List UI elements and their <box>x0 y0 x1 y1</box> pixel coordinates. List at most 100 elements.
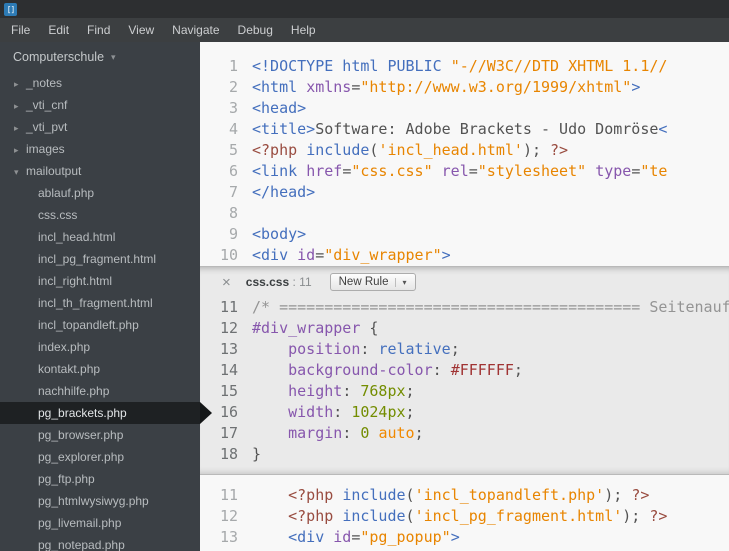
code-text: <?php include('incl_topandleft.php'); ?> <box>288 486 650 504</box>
code-text: height: 768px; <box>288 382 415 400</box>
line-number: 12 <box>219 507 238 525</box>
code-text: /* =====================================… <box>252 298 729 316</box>
code-line[interactable]: 2 <html xmlns="http://www.w3.org/1999/xht… <box>200 77 729 98</box>
code-line[interactable]: 4 <title>Software: Adobe Brackets - Udo D… <box>200 119 729 140</box>
code-text: <div id="pg_popup"> <box>288 528 460 546</box>
tree-item-label: pg_ftp.php <box>38 472 95 486</box>
menu-navigate[interactable]: Navigate <box>163 18 228 42</box>
tree-item-label: incl_th_fragment.html <box>38 296 153 310</box>
tree-item-label: pg_htmlwysiwyg.php <box>38 494 149 508</box>
tree-item-label: incl_pg_fragment.html <box>38 252 157 266</box>
line-number: 4 <box>228 120 238 138</box>
editor[interactable]: 1 <!DOCTYPE html PUBLIC "-//W3C//DTD XHTM… <box>200 42 729 551</box>
chevron-right-icon[interactable]: ▸ <box>14 139 26 161</box>
code-line[interactable]: 5 <?php include('incl_head.html'); ?> <box>200 140 729 161</box>
file-kontakt.php[interactable]: kontakt.php <box>0 358 200 380</box>
inline-editor-header: × css.css : 11 New Rule ▾ <box>200 267 729 297</box>
code-line[interactable]: 11 <?php include('incl_topandleft.php');… <box>200 485 729 506</box>
file-nachhilfe.php[interactable]: nachhilfe.php <box>0 380 200 402</box>
code-line[interactable]: 18} <box>200 444 729 465</box>
main-body: Computerschule ▾ ▸ _notes ▸ _vti_cnf ▸ _vti_p… <box>0 42 729 551</box>
file-pg_livemail.php[interactable]: pg_livemail.php <box>0 512 200 534</box>
chevron-down-icon[interactable]: ▾ <box>395 277 407 287</box>
menu-help[interactable]: Help <box>282 18 325 42</box>
folder-_vti_cnf[interactable]: ▸ _vti_cnf <box>0 94 200 116</box>
chevron-down-icon[interactable]: ▾ <box>14 161 26 183</box>
editor-bottom[interactable]: 11 <?php include('incl_topandleft.php');… <box>200 475 729 548</box>
file-incl_topandleft.php[interactable]: incl_topandleft.php <box>0 314 200 336</box>
code-line[interactable]: 8 <box>200 203 729 224</box>
new-rule-label: New Rule <box>338 276 389 288</box>
code-line[interactable]: 17 margin: 0 auto; <box>200 423 729 444</box>
file-pg_brackets.php[interactable]: pg_brackets.php <box>0 402 200 424</box>
line-number: 14 <box>219 361 238 379</box>
brackets-logo-icon: [] <box>4 2 17 16</box>
file-pg_browser.php[interactable]: pg_browser.php <box>0 424 200 446</box>
folder-_notes[interactable]: ▸ _notes <box>0 72 200 94</box>
close-icon[interactable]: × <box>222 274 231 291</box>
code-text: } <box>252 445 262 463</box>
line-number: 9 <box>228 225 238 243</box>
menu-find[interactable]: Find <box>78 18 119 42</box>
chevron-right-icon[interactable]: ▸ <box>14 117 26 139</box>
code-text: #div_wrapper { <box>252 319 379 337</box>
file-incl_th_fragment.html[interactable]: incl_th_fragment.html <box>0 292 200 314</box>
code-line[interactable]: 1 <!DOCTYPE html PUBLIC "-//W3C//DTD XHTM… <box>200 56 729 77</box>
menu-view[interactable]: View <box>119 18 163 42</box>
inline-editor-code[interactable]: 11 /* ===================================… <box>200 297 729 465</box>
code-line[interactable]: 12 #div_wrapper { <box>200 318 729 339</box>
folder-_vti_pvt[interactable]: ▸ _vti_pvt <box>0 116 200 138</box>
menu-debug[interactable]: Debug <box>229 18 282 42</box>
file-incl_right.html[interactable]: incl_right.html <box>0 270 200 292</box>
file-pg_htmlwysiwyg.php[interactable]: pg_htmlwysiwyg.php <box>0 490 200 512</box>
code-line[interactable]: 10 <div id="div_wrapper"> <box>200 245 729 266</box>
code-line[interactable]: 7 </head> <box>200 182 729 203</box>
inline-editor-filename[interactable]: css.css <box>246 275 289 289</box>
code-line[interactable]: 12 <?php include('incl_pg_fragment.html'… <box>200 506 729 527</box>
new-rule-button[interactable]: New Rule ▾ <box>329 273 416 291</box>
line-number: 12 <box>219 319 238 337</box>
file-incl_head.html[interactable]: incl_head.html <box>0 226 200 248</box>
line-number: 13 <box>219 528 238 546</box>
file-pg_notepad.php[interactable]: pg_notepad.php <box>0 534 200 551</box>
inline-editor: × css.css : 11 New Rule ▾ 11 /* =========… <box>200 266 729 475</box>
line-number: 8 <box>228 204 238 222</box>
file-css.css[interactable]: css.css <box>0 204 200 226</box>
chevron-right-icon[interactable]: ▸ <box>14 95 26 117</box>
line-number: 6 <box>228 162 238 180</box>
code-line[interactable]: 11 /* ===================================… <box>200 297 729 318</box>
tree-item-label: pg_livemail.php <box>38 516 122 530</box>
code-text: background-color: #FFFFFF; <box>288 361 523 379</box>
tree-item-label: _vti_pvt <box>26 120 68 134</box>
code-line[interactable]: 13 position: relative; <box>200 339 729 360</box>
code-line[interactable]: 9 <body> <box>200 224 729 245</box>
project-dropdown[interactable]: Computerschule ▾ <box>0 42 200 72</box>
file-pg_ftp.php[interactable]: pg_ftp.php <box>0 468 200 490</box>
code-text: <div id="div_wrapper"> <box>252 246 451 264</box>
code-text: <?php include('incl_pg_fragment.html'); … <box>288 507 668 525</box>
file-index.php[interactable]: index.php <box>0 336 200 358</box>
file-incl_pg_fragment.html[interactable]: incl_pg_fragment.html <box>0 248 200 270</box>
code-line[interactable]: 6 <link href="css.css" rel="stylesheet" t… <box>200 161 729 182</box>
code-line[interactable]: 13 <div id="pg_popup"> <box>200 527 729 548</box>
file-ablauf.php[interactable]: ablauf.php <box>0 182 200 204</box>
code-line[interactable]: 3 <head> <box>200 98 729 119</box>
file-pg_explorer.php[interactable]: pg_explorer.php <box>0 446 200 468</box>
editor-top[interactable]: 1 <!DOCTYPE html PUBLIC "-//W3C//DTD XHTM… <box>200 42 729 266</box>
code-text: <link href="css.css" rel="stylesheet" ty… <box>252 162 668 180</box>
menu-file[interactable]: File <box>2 18 39 42</box>
menu-edit[interactable]: Edit <box>39 18 78 42</box>
tree-item-label: pg_explorer.php <box>38 450 125 464</box>
folder-images[interactable]: ▸ images <box>0 138 200 160</box>
code-line[interactable]: 16 width: 1024px; <box>200 402 729 423</box>
code-line[interactable]: 14 background-color: #FFFFFF; <box>200 360 729 381</box>
tree-item-label: css.css <box>38 208 78 222</box>
tree-item-label: pg_browser.php <box>38 428 124 442</box>
selected-file-arrow <box>200 402 212 424</box>
line-number: 17 <box>219 424 238 442</box>
chevron-right-icon[interactable]: ▸ <box>14 73 26 95</box>
code-text: <?php include('incl_head.html'); ?> <box>252 141 569 159</box>
code-line[interactable]: 15 height: 768px; <box>200 381 729 402</box>
tree-item-label: images <box>26 142 65 156</box>
folder-mailoutput[interactable]: ▾ mailoutput <box>0 160 200 182</box>
